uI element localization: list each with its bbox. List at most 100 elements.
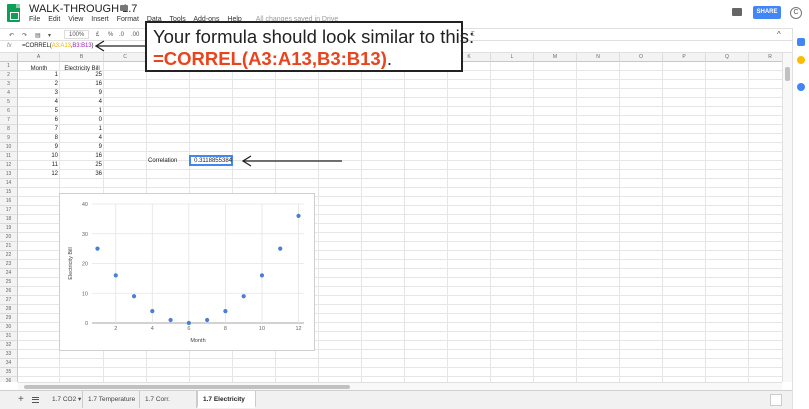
row-header-17[interactable]: 17 — [0, 206, 18, 215]
row-header-25[interactable]: 25 — [0, 278, 18, 287]
cell-month[interactable]: 10 — [18, 153, 58, 159]
explore-icon[interactable] — [770, 394, 782, 406]
calendar-icon[interactable] — [797, 38, 805, 46]
tab-corr-example[interactable]: 1.7 Corr. Example ▾ — [140, 391, 197, 408]
row-header-24[interactable]: 24 — [0, 269, 18, 278]
cell-month[interactable]: 6 — [18, 117, 58, 123]
row-header-20[interactable]: 20 — [0, 233, 18, 242]
column-header-r[interactable]: R — [749, 53, 782, 62]
currency-format-button[interactable]: £ — [96, 32, 99, 38]
cell-bill[interactable]: 16 — [60, 153, 102, 159]
decrease-decimals-button[interactable]: .0 — [119, 32, 124, 38]
column-header-m[interactable]: M — [534, 53, 577, 62]
row-header-22[interactable]: 22 — [0, 251, 18, 260]
folder-icon[interactable] — [120, 5, 128, 11]
menu-format[interactable]: Format — [117, 16, 139, 23]
redo-icon[interactable]: ↷ — [22, 32, 27, 39]
column-header-o[interactable]: O — [620, 53, 663, 62]
selected-cell-d11[interactable]: 0.3118855384 — [189, 155, 233, 166]
menu-insert[interactable]: Insert — [91, 16, 109, 23]
column-header-n[interactable]: N — [577, 53, 620, 62]
vertical-scroll-thumb[interactable] — [785, 67, 790, 81]
row-header-10[interactable]: 10 — [0, 143, 18, 152]
row-header-5[interactable]: 5 — [0, 98, 18, 107]
row-header-30[interactable]: 30 — [0, 323, 18, 332]
formula-input[interactable]: =CORREL(A3:A13,B3:B13) — [22, 43, 93, 49]
column-header-p[interactable]: P — [663, 53, 706, 62]
cell-bill[interactable]: 25 — [60, 72, 102, 78]
cell-month[interactable]: 7 — [18, 126, 58, 132]
cell-month[interactable]: 1 — [18, 72, 58, 78]
row-header-3[interactable]: 3 — [0, 80, 18, 89]
row-header-14[interactable]: 14 — [0, 179, 18, 188]
cell-month[interactable]: 9 — [18, 144, 58, 150]
print-icon[interactable]: ▤ — [35, 32, 41, 39]
tab-electricity-bill[interactable]: 1.7 Electricity Bill ▾ — [197, 391, 256, 408]
cell-month[interactable]: 5 — [18, 108, 58, 114]
row-header-34[interactable]: 34 — [0, 359, 18, 368]
horizontal-scrollbar[interactable] — [18, 382, 782, 390]
add-sheet-icon[interactable]: + — [18, 394, 24, 405]
row-header-1[interactable]: 1 — [0, 62, 18, 71]
cell-bill[interactable]: 1 — [60, 126, 102, 132]
horizontal-scroll-thumb[interactable] — [24, 385, 350, 389]
row-header-31[interactable]: 31 — [0, 332, 18, 341]
cell-month[interactable]: 11 — [18, 162, 58, 168]
row-header-15[interactable]: 15 — [0, 188, 18, 197]
row-header-13[interactable]: 13 — [0, 170, 18, 179]
column-header-l[interactable]: L — [491, 53, 534, 62]
menu-file[interactable]: File — [29, 16, 40, 23]
row-header-4[interactable]: 4 — [0, 89, 18, 98]
cell-month[interactable]: 4 — [18, 99, 58, 105]
cell-bill[interactable]: 0 — [60, 117, 102, 123]
cell-month[interactable]: 2 — [18, 81, 58, 87]
row-header-8[interactable]: 8 — [0, 125, 18, 134]
row-header-27[interactable]: 27 — [0, 296, 18, 305]
percent-format-button[interactable]: % — [108, 32, 113, 38]
vertical-scrollbar[interactable] — [782, 53, 792, 382]
row-header-19[interactable]: 19 — [0, 224, 18, 233]
row-header-2[interactable]: 2 — [0, 71, 18, 80]
row-header-18[interactable]: 18 — [0, 215, 18, 224]
correlation-label[interactable]: Correlation — [148, 158, 177, 164]
row-header-7[interactable]: 7 — [0, 116, 18, 125]
cell-bill[interactable]: 16 — [60, 81, 102, 87]
cell-month[interactable]: 8 — [18, 135, 58, 141]
avatar[interactable]: C — [790, 7, 802, 19]
row-header-6[interactable]: 6 — [0, 107, 18, 116]
cell-bill[interactable]: 9 — [60, 144, 102, 150]
scatter-chart[interactable]: 0 10 20 30 40 2 4 6 8 10 12 Month Electricity Bill — [59, 193, 315, 351]
column-header-b[interactable]: B — [60, 53, 104, 62]
menu-edit[interactable]: Edit — [48, 16, 60, 23]
comments-icon[interactable] — [732, 8, 742, 16]
cell-bill[interactable]: 9 — [60, 90, 102, 96]
share-button[interactable]: SHARE — [753, 6, 781, 19]
row-header-9[interactable]: 9 — [0, 134, 18, 143]
zoom-select[interactable]: 100% — [64, 30, 90, 39]
row-header-35[interactable]: 35 — [0, 368, 18, 377]
cell-month[interactable]: 12 — [18, 171, 58, 177]
tab-co2[interactable]: 1.7 CO2 ▾ — [47, 391, 83, 408]
row-header-29[interactable]: 29 — [0, 314, 18, 323]
tasks-icon[interactable] — [797, 83, 805, 91]
row-header-28[interactable]: 28 — [0, 305, 18, 314]
paint-format-icon[interactable]: ▾ — [48, 32, 51, 39]
cell-bill[interactable]: 4 — [60, 99, 102, 105]
row-header-32[interactable]: 32 — [0, 341, 18, 350]
all-sheets-icon[interactable] — [32, 397, 39, 403]
row-header-23[interactable]: 23 — [0, 260, 18, 269]
row-header-33[interactable]: 33 — [0, 350, 18, 359]
undo-icon[interactable]: ↶ — [9, 32, 14, 39]
row-header-26[interactable]: 26 — [0, 287, 18, 296]
row-header-36[interactable]: 36 — [0, 377, 18, 382]
cell-month[interactable]: 3 — [18, 90, 58, 96]
cell-bill[interactable]: 25 — [60, 162, 102, 168]
sheets-logo-icon[interactable] — [7, 4, 20, 22]
cell-bill[interactable]: 4 — [60, 135, 102, 141]
row-header-16[interactable]: 16 — [0, 197, 18, 206]
select-all-corner[interactable] — [0, 53, 18, 62]
row-header-21[interactable]: 21 — [0, 242, 18, 251]
keep-icon[interactable] — [797, 56, 805, 64]
column-header-a[interactable]: A — [18, 53, 60, 62]
increase-decimals-button[interactable]: .00 — [131, 32, 139, 38]
